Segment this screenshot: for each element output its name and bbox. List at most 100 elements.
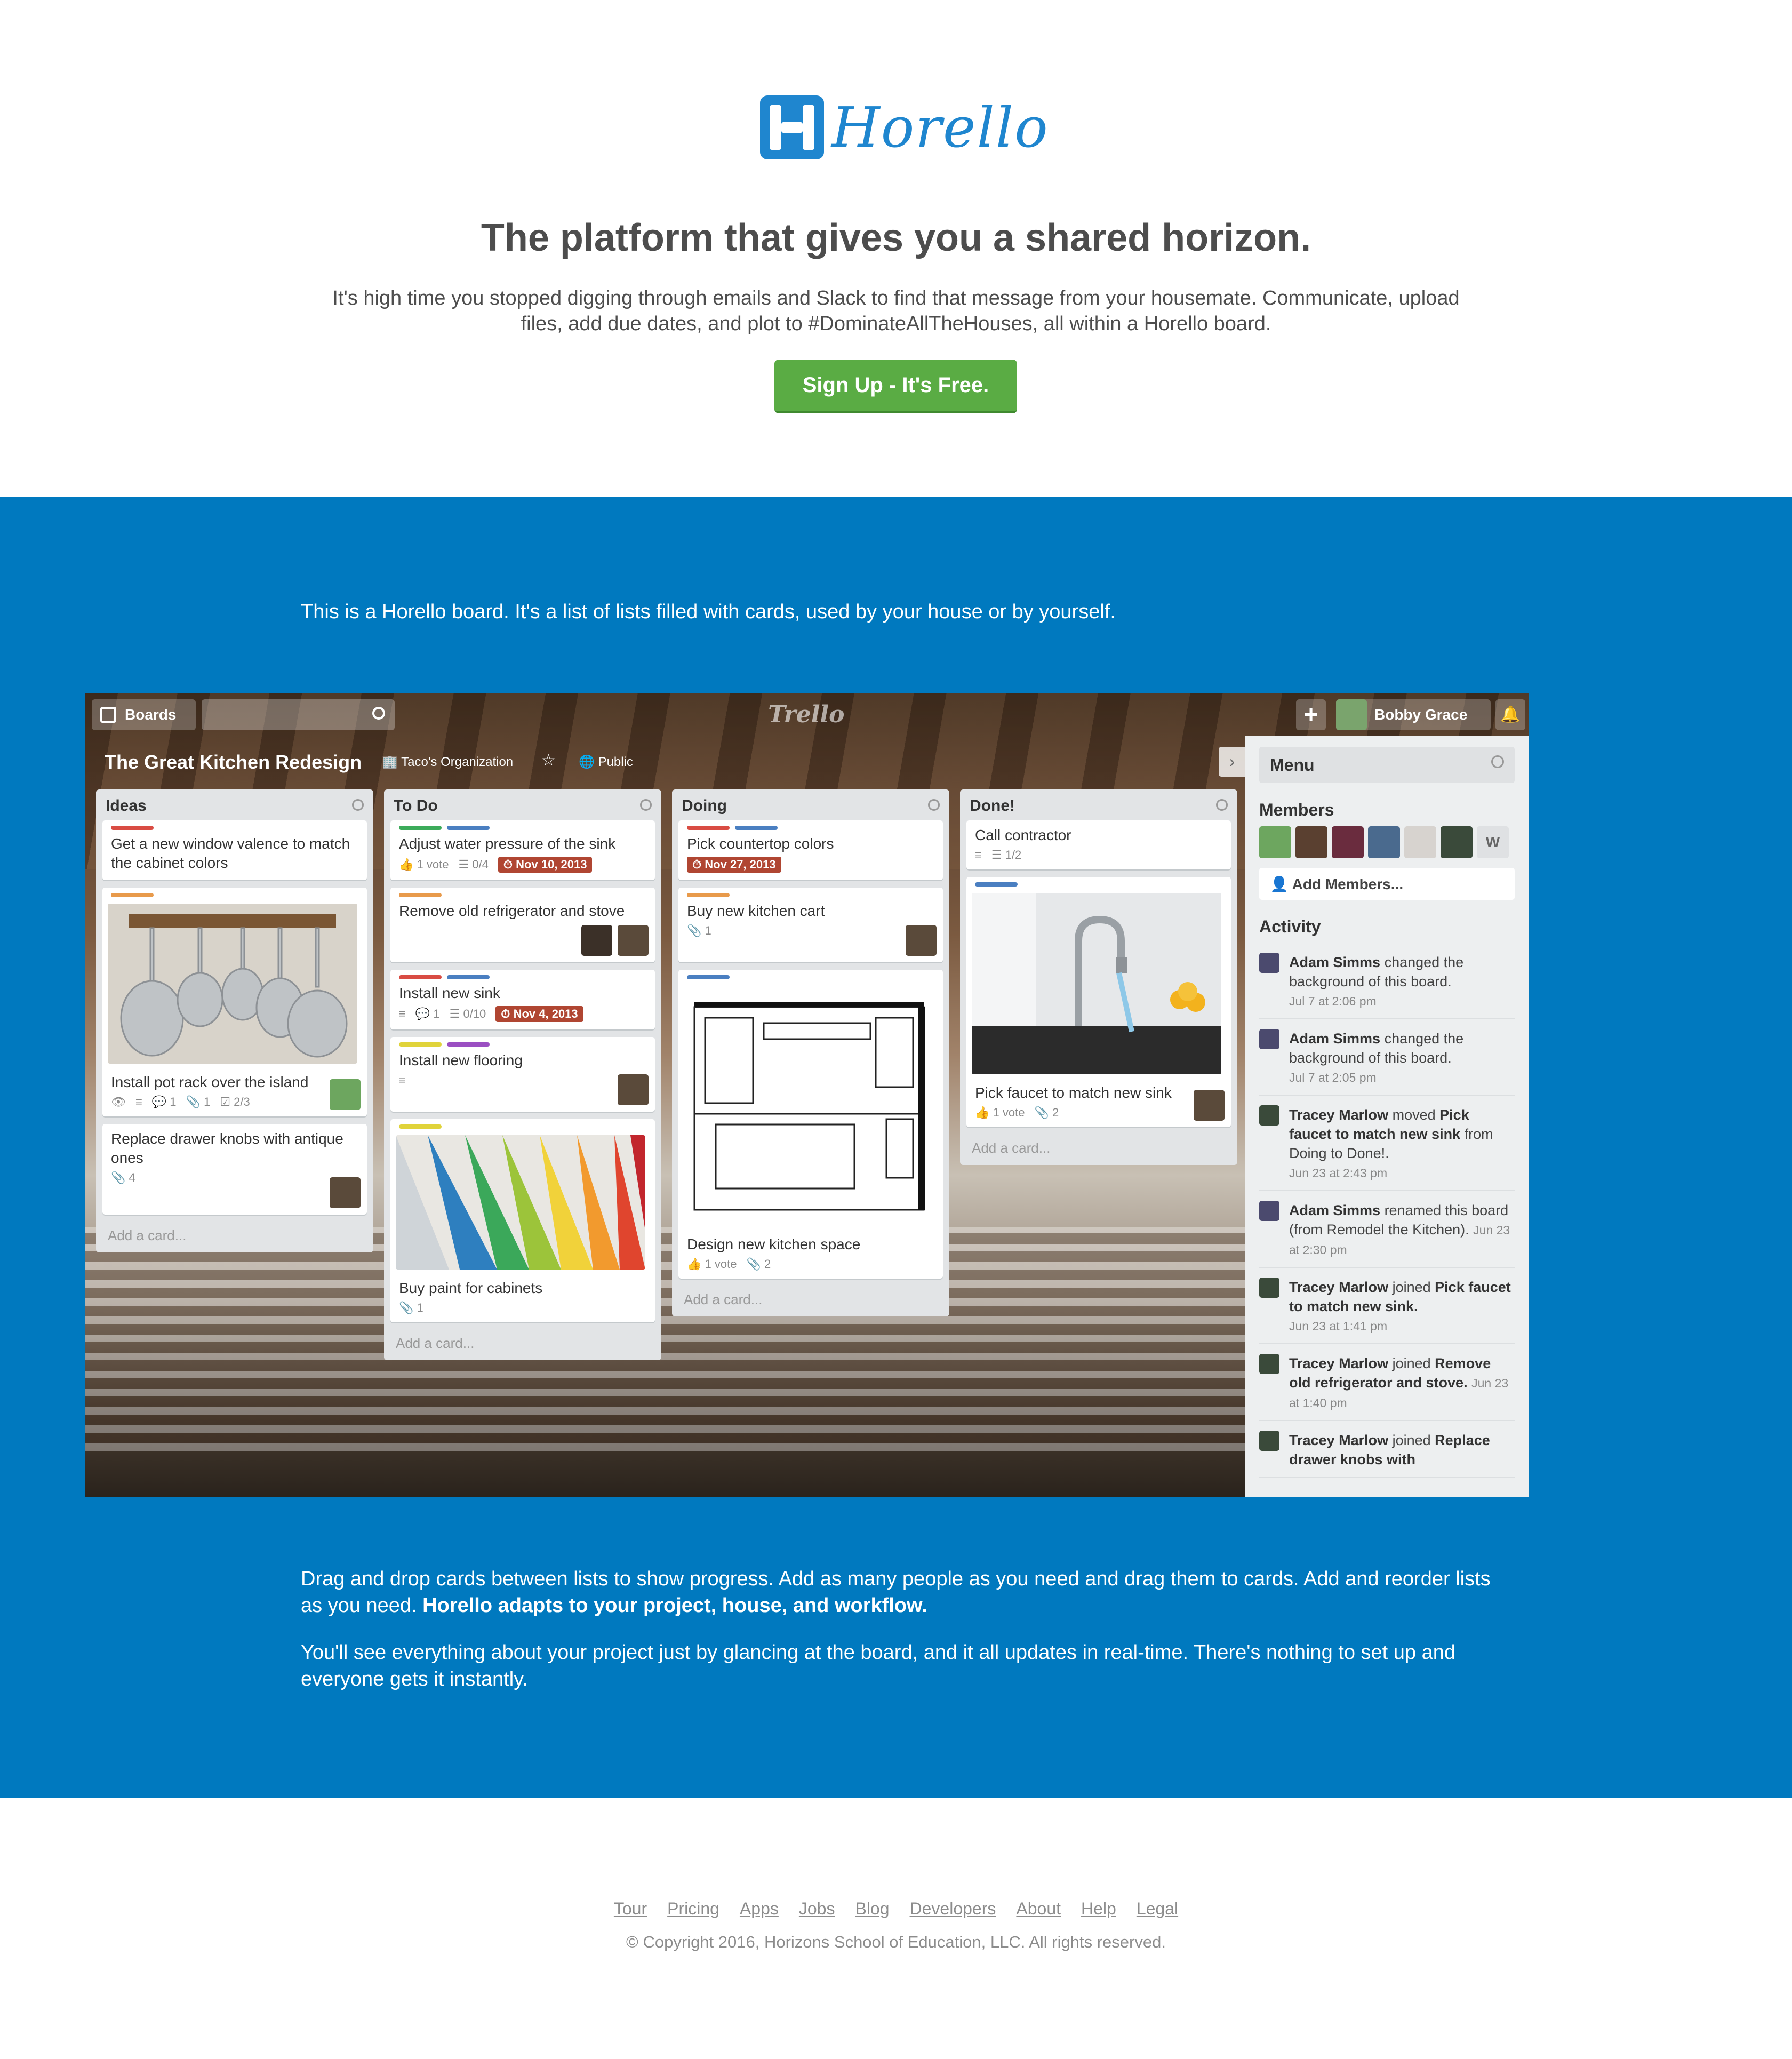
card[interactable]: Call contractor ≡ ☰ 1/2 [966,820,1231,869]
vote-icon: 👍 1 vote [687,1257,737,1271]
faucet-image [972,893,1221,1074]
watch-icon: 👁 [111,1095,126,1108]
list-todo: To Do Adjust water pressure of the sink … [384,789,661,1360]
avatar [330,1177,361,1208]
list-ideas: Ideas Get a new window valence to match … [96,789,373,1252]
list-title[interactable]: To Do [394,797,438,815]
card[interactable]: Buy paint for cabinets 📎 1 [390,1119,655,1322]
search-icon [372,707,385,720]
chevron-right-icon[interactable]: › [1219,747,1245,777]
bell-icon[interactable]: 🔔 [1495,699,1525,730]
avatar [1259,1029,1279,1049]
comment-icon: 💬 1 [415,1007,440,1020]
footer-link-apps[interactable]: Apps [740,1899,779,1919]
avatar[interactable] [1404,826,1436,858]
footer-link-legal[interactable]: Legal [1137,1899,1178,1919]
list-menu-icon[interactable] [352,799,364,811]
add-card-link[interactable]: Add a card... [102,1222,367,1247]
list-doing: Doing Pick countertop colors ⏱ Nov 27, 2… [672,789,949,1316]
members-heading: Members [1259,800,1334,819]
list-title[interactable]: Done! [970,797,1015,815]
card[interactable]: Adjust water pressure of the sink 👍 1 vo… [390,820,655,880]
horello-logo[interactable]: Horello [760,95,1049,160]
avatar [1336,699,1367,730]
avatar[interactable] [1295,826,1327,858]
copyright-text: © Copyright 2016, Horizons School of Edu… [626,1933,1166,1951]
checklist-icon: ☰ 1/2 [991,848,1022,861]
checklist-icon: ☑ 2/3 [220,1095,250,1108]
footer-link-pricing[interactable]: Pricing [667,1899,719,1919]
avatar[interactable]: W [1477,826,1509,858]
menu-title: Menu [1270,755,1315,775]
list-menu-icon[interactable] [640,799,652,811]
avatar[interactable] [1368,826,1400,858]
avatar [1259,953,1279,973]
card[interactable]: Install new flooring ≡ [390,1037,655,1112]
activity-item: Adam Simms changed the background of thi… [1259,943,1515,1019]
footer-link-about[interactable]: About [1016,1899,1061,1919]
card[interactable]: Buy new kitchen cart 📎 1 [678,888,943,962]
avatar[interactable] [1441,826,1473,858]
avatar[interactable] [1332,826,1364,858]
star-icon[interactable]: ☆ [541,751,556,770]
checklist-icon: ☰ 0/4 [458,858,489,871]
vote-icon: 👍 1 vote [399,858,449,871]
description-icon: ≡ [975,848,982,861]
footer-links: Tour Pricing Apps Jobs Blog Developers A… [0,1899,1792,1919]
card[interactable]: Install pot rack over the island 👁 ≡ 💬 1 📎 … [102,888,367,1116]
checklist-icon: ☰ 0/10 [449,1007,486,1020]
list-title[interactable]: Ideas [106,797,147,815]
card[interactable]: Design new kitchen space 👍 1 vote 📎 2 [678,970,943,1279]
board-search-input[interactable] [202,699,395,730]
member-avatars: W [1259,826,1515,858]
attachment-icon: 📎 1 [186,1095,211,1108]
list-menu-icon[interactable] [1216,799,1228,811]
user-menu-button[interactable]: Bobby Grace [1336,699,1491,730]
card[interactable]: Pick countertop colors ⏱ Nov 27, 2013 [678,820,943,880]
avatar [618,925,649,956]
footer-link-tour[interactable]: Tour [614,1899,647,1919]
avatar [330,1079,361,1110]
paint-swatch-image [396,1135,645,1270]
close-icon[interactable] [1491,755,1504,768]
add-button[interactable]: + [1296,699,1326,730]
add-members-button[interactable]: 👤 Add Members... [1259,868,1515,900]
add-card-link[interactable]: Add a card... [678,1286,943,1311]
due-date-badge: ⏱ Nov 10, 2013 [498,857,593,873]
activity-item: Tracey Marlow moved Pick faucet to match… [1259,1096,1515,1191]
horello-logo-icon [760,95,824,159]
add-card-link[interactable]: Add a card... [390,1330,655,1355]
card[interactable]: Install new sink ≡ 💬 1 ☰ 0/10 ⏱ Nov 4, 2013 [390,970,655,1030]
card[interactable]: Replace drawer knobs with antique ones 📎… [102,1124,367,1215]
list-menu-icon[interactable] [928,799,940,811]
avatar [1194,1090,1225,1121]
avatar[interactable] [1259,826,1291,858]
signup-button[interactable]: Sign Up - It's Free. [774,360,1017,413]
add-card-link[interactable]: Add a card... [966,1135,1231,1160]
activity-item: Adam Simms renamed this board (from Remo… [1259,1191,1515,1268]
boards-button[interactable]: Boards [92,699,196,730]
activity-item: Tracey Marlow joined Replace drawer knob… [1259,1421,1515,1478]
card[interactable]: Pick faucet to match new sink 👍 1 vote 📎 … [966,877,1231,1127]
avatar [1259,1431,1279,1451]
page-headline: The platform that gives you a shared hor… [481,217,1311,259]
board-title[interactable]: The Great Kitchen Redesign [105,751,362,773]
activity-heading: Activity [1259,917,1321,936]
list-title[interactable]: Doing [682,797,727,815]
person-icon: 👤 [1270,876,1292,892]
due-date-badge: ⏱ Nov 27, 2013 [687,857,781,873]
avatar [1259,1105,1279,1126]
avatar [581,925,612,956]
footer-link-developers[interactable]: Developers [910,1899,996,1919]
footer-link-jobs[interactable]: Jobs [799,1899,835,1919]
card[interactable]: Remove old refrigerator and stove [390,888,655,962]
comment-icon: 💬 1 [151,1095,177,1108]
card[interactable]: Get a new window valence to match the ca… [102,820,367,880]
footer-link-blog[interactable]: Blog [855,1899,889,1919]
floor-plan-image [684,986,933,1226]
board-visibility[interactable]: 🌐 Public [579,754,633,770]
attachment-icon: 📎 4 [111,1171,135,1184]
board-organization[interactable]: 🏢 Taco's Organization [382,754,513,770]
logo-wordmark: Horello [831,95,1049,160]
footer-link-help[interactable]: Help [1081,1899,1116,1919]
